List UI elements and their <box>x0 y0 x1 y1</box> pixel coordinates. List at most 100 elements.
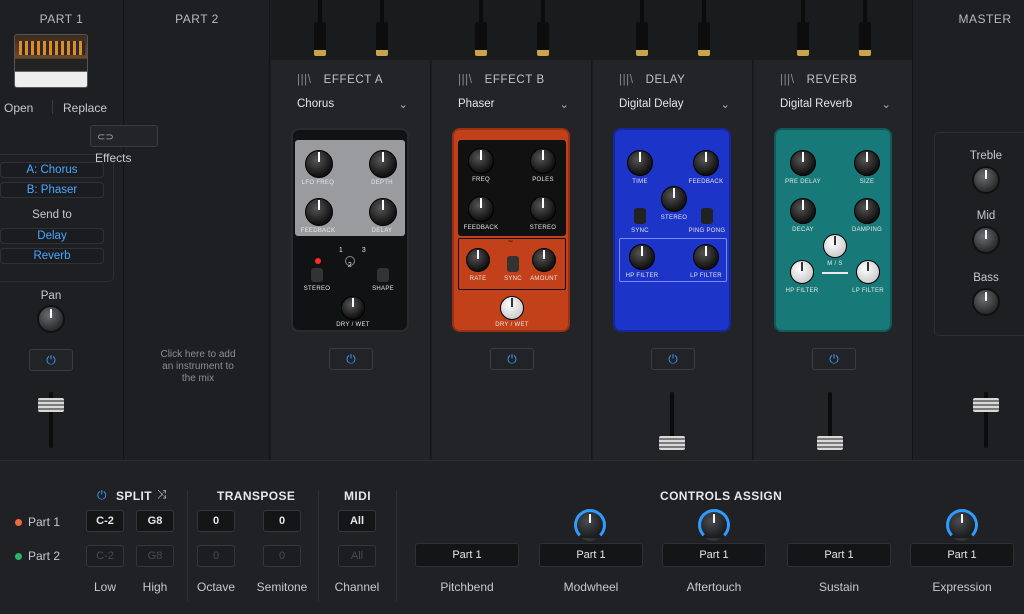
reverb-preset-select[interactable]: Digital Reverb ⌄ <box>780 98 891 111</box>
part1-low-field[interactable]: C-2 <box>86 510 124 532</box>
modwheel-target[interactable]: Part 1 <box>539 543 643 567</box>
amount-label: AMOUNT <box>530 276 558 282</box>
lp-filter-knob[interactable] <box>856 260 880 284</box>
feedback-knob[interactable] <box>468 196 494 222</box>
delay-preset-select[interactable]: Digital Delay ⌄ <box>619 98 730 111</box>
aftertouch-target[interactable]: Part 1 <box>662 543 766 567</box>
shape-switch[interactable] <box>377 268 389 282</box>
delay-preset: Digital Delay <box>619 98 684 110</box>
part2-high-field[interactable]: G8 <box>136 545 174 567</box>
send-reverb[interactable]: Reverb <box>0 248 104 264</box>
pre-delay-knob[interactable] <box>790 150 816 176</box>
drag-handle-icon[interactable]: |||\ <box>458 74 473 86</box>
depth-knob[interactable] <box>369 150 397 178</box>
master-volume-fader[interactable] <box>973 392 999 452</box>
cable-delay-in <box>636 0 648 58</box>
ms-knob[interactable] <box>823 234 847 258</box>
damping-knob[interactable] <box>854 198 880 224</box>
effect-slot-b[interactable]: B: Phaser <box>0 182 104 198</box>
delay-label: DELAY <box>371 228 393 234</box>
cable-delay-out <box>698 0 710 58</box>
sync-switch[interactable] <box>634 208 646 224</box>
part2-octave-field[interactable]: 0 <box>197 545 235 567</box>
poles-knob[interactable] <box>530 148 556 174</box>
part1-channel-field[interactable]: All <box>338 510 376 532</box>
part2-low-field[interactable]: C-2 <box>86 545 124 567</box>
hp-filter-label: HP FILTER <box>625 273 659 279</box>
lp-filter-knob[interactable] <box>693 244 719 270</box>
reverb-power-button[interactable]: ⏻ <box>812 348 856 370</box>
pre-delay-label: PRE DELAY <box>785 179 821 185</box>
divider <box>396 491 397 601</box>
sync-switch[interactable] <box>507 256 519 272</box>
hp-filter-knob[interactable] <box>629 244 655 270</box>
effect-b-preset-select[interactable]: Phaser ⌄ <box>458 98 569 111</box>
ping-pong-switch[interactable] <box>701 208 713 224</box>
modwheel-knob[interactable] <box>574 509 606 541</box>
treble-knob[interactable] <box>972 166 1000 194</box>
effect-b-header: |||\ EFFECT B <box>458 74 545 86</box>
shuffle-icon[interactable]: ⤨ <box>157 487 167 502</box>
instrument-thumbnail[interactable] <box>14 34 88 88</box>
dry-wet-knob[interactable] <box>500 296 524 320</box>
drag-handle-icon[interactable]: |||\ <box>780 74 795 86</box>
low-label: Low <box>93 580 116 594</box>
part2-semitone-field[interactable]: 0 <box>263 545 301 567</box>
part1-octave-field[interactable]: 0 <box>197 510 235 532</box>
sustain-target[interactable]: Part 1 <box>787 543 891 567</box>
effects-toggle[interactable]: ⊂⊃ Effects <box>90 125 158 165</box>
semitone-label: Semitone <box>256 580 308 594</box>
part1-semitone-field[interactable]: 0 <box>263 510 301 532</box>
amount-knob[interactable] <box>532 248 556 272</box>
size-knob[interactable] <box>854 150 880 176</box>
power-icon: ⏻ <box>668 352 678 366</box>
replace-button[interactable]: Replace <box>63 101 107 115</box>
pitchbend-target[interactable]: Part 1 <box>415 543 519 567</box>
expression-knob[interactable] <box>946 509 978 541</box>
add-instrument-hint[interactable]: Click here to add an instrument to the m… <box>157 349 239 385</box>
lfo-freq-knob[interactable] <box>305 150 333 178</box>
reverb-send-fader[interactable] <box>817 392 843 452</box>
pan-label: Pan <box>40 290 62 302</box>
pan-knob[interactable] <box>37 305 65 333</box>
part1-volume-fader[interactable] <box>38 392 64 452</box>
stereo-knob[interactable] <box>530 196 556 222</box>
bass-label: Bass <box>973 272 999 284</box>
part2-title: PART 2 <box>175 12 219 26</box>
effect-a-preset-select[interactable]: Chorus ⌄ <box>297 98 408 111</box>
expression-target[interactable]: Part 1 <box>910 543 1014 567</box>
feedback-knob[interactable] <box>305 198 333 226</box>
effect-b-power-button[interactable]: ⏻ <box>490 348 534 370</box>
wave-icon: ~ <box>508 236 514 246</box>
dry-wet-knob[interactable] <box>341 296 365 320</box>
effect-a-power-button[interactable]: ⏻ <box>329 348 373 370</box>
drag-handle-icon[interactable]: |||\ <box>619 74 634 86</box>
delay-power-button[interactable]: ⏻ <box>651 348 695 370</box>
part1-high-field[interactable]: G8 <box>136 510 174 532</box>
part2-channel-field[interactable]: All <box>338 545 376 567</box>
size-label: SIZE <box>859 179 875 185</box>
open-button[interactable]: Open <box>4 101 33 115</box>
send-delay[interactable]: Delay <box>0 228 104 244</box>
effect-b-preset: Phaser <box>458 98 495 110</box>
effect-b-column: |||\ EFFECT B Phaser ⌄ FREQ POLES FEEDBACK… <box>432 60 592 460</box>
hp-filter-knob[interactable] <box>790 260 814 284</box>
freq-knob[interactable] <box>468 148 494 174</box>
aftertouch-knob[interactable] <box>698 509 730 541</box>
delay-send-fader[interactable] <box>659 392 685 452</box>
modwheel-label: Modwheel <box>563 580 619 594</box>
stereo-knob[interactable] <box>661 186 687 212</box>
time-knob[interactable] <box>627 150 653 176</box>
rate-knob[interactable] <box>466 248 490 272</box>
part2-column[interactable]: PART 2 Click here to add an instrument t… <box>125 0 270 460</box>
feedback-knob[interactable] <box>693 150 719 176</box>
drag-handle-icon[interactable]: |||\ <box>297 74 312 86</box>
part1-power-button[interactable]: ⏻ <box>29 349 73 371</box>
mid-knob[interactable] <box>972 226 1000 254</box>
delay-knob[interactable] <box>369 198 397 226</box>
bass-knob[interactable] <box>972 288 1000 316</box>
decay-knob[interactable] <box>790 198 816 224</box>
stereo-switch[interactable] <box>311 268 323 282</box>
split-power-icon[interactable]: ⏻ <box>97 488 107 503</box>
effect-slot-a[interactable]: A: Chorus <box>0 162 104 178</box>
